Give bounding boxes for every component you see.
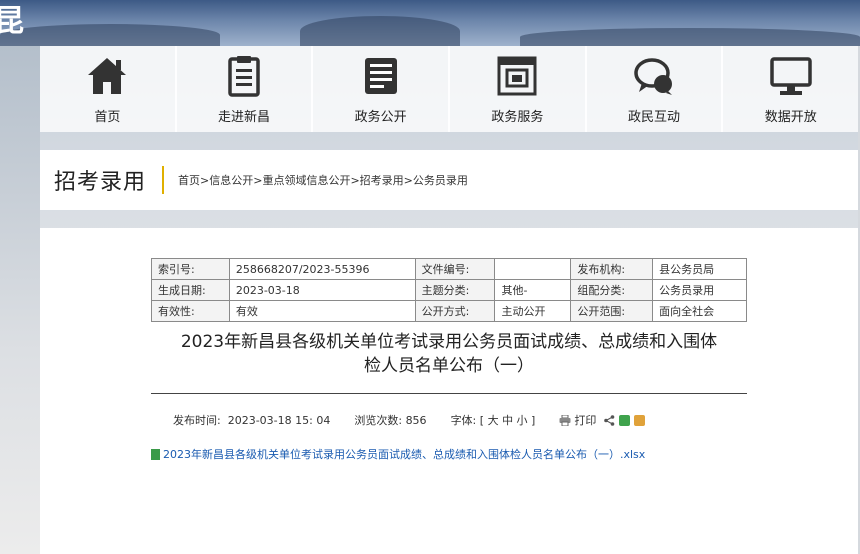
monitor-icon — [769, 54, 813, 98]
meta-value: 有效 — [228, 300, 416, 322]
nav-item-home[interactable]: 首页 — [40, 46, 177, 132]
nav-label: 数据开放 — [764, 109, 817, 125]
nav-item-about[interactable]: 走进新昌 — [176, 46, 314, 132]
breadcrumb: 首页>信息公开>重点领域信息公开>招考录用>公务员录用 — [178, 172, 468, 188]
attachment-link[interactable]: 2023年新昌县各级机关单位考试录用公务员面试成绩、总成绩和入围体检人员名单公布… — [151, 446, 645, 462]
publish-time: 2023-03-18 15: 04 — [227, 413, 331, 427]
meta-value: 258668207/2023-55396 — [228, 258, 416, 280]
meta-value: 面向全社会 — [652, 300, 747, 322]
nav-item-gov-services[interactable]: 政务服务 — [450, 46, 587, 132]
breadcrumb-civil-servant-link[interactable]: 公务员录用 — [413, 174, 468, 187]
print-label: 打印 — [574, 414, 597, 427]
nav-item-interaction[interactable]: 政民互动 — [586, 46, 724, 132]
print-button[interactable]: 打印 — [559, 412, 596, 428]
meta-value: 县公务员局 — [652, 258, 747, 280]
font-size-options[interactable]: [ 大 中 小 ] — [480, 412, 536, 428]
breadcrumb-info-link[interactable]: 信息公开 — [209, 174, 253, 187]
breadcrumb-recruitment-link[interactable]: 招考录用 — [360, 174, 404, 187]
left-background-strip — [0, 46, 40, 554]
title-separator — [162, 166, 165, 194]
meta-value: 公务员录用 — [652, 279, 747, 301]
article-info-line: 发布时间: 2023-03-18 15: 04 浏览次数: 856 字体: [ … — [173, 412, 646, 428]
window-service-icon — [495, 54, 539, 98]
breadcrumb-separator: > — [350, 174, 360, 187]
article-content: 索引号: 258668207/2023-55396 文件编号: 发布机构: 县公… — [40, 228, 858, 554]
nav-item-open-data[interactable]: 数据开放 — [723, 46, 859, 132]
attachment-filename: 2023年新昌县各级机关单位考试录用公务员面试成绩、总成绩和入围体检人员名单公布… — [163, 448, 646, 461]
nav-label: 首页 — [94, 109, 121, 125]
site-logo-fragment: 昆 — [0, 4, 24, 39]
meta-key: 文件编号: — [414, 258, 496, 280]
meta-key: 有效性: — [151, 300, 230, 322]
wechat-icon[interactable] — [619, 414, 631, 426]
news-icon — [359, 54, 403, 98]
article-title-line: 2023年新昌县各级机关单位考试录用公务员面试成绩、总成绩和入围体 — [180, 332, 718, 352]
meta-key: 主题分类: — [414, 279, 496, 301]
meta-value: 其他- — [494, 279, 572, 301]
home-icon — [85, 54, 129, 98]
meta-key: 生成日期: — [151, 279, 230, 301]
breadcrumb-separator: > — [403, 174, 413, 187]
chat-bubble-icon — [632, 54, 676, 98]
table-row: 索引号: 258668207/2023-55396 文件编号: 发布机构: 县公… — [151, 258, 747, 280]
section-title: 招考录用 — [54, 170, 147, 195]
main-nav: 首页 走进新昌 政务公开 政务服务 政民互动 数据开放 — [40, 46, 859, 132]
top-banner: 昆 — [0, 0, 860, 46]
weibo-icon[interactable] — [634, 414, 646, 426]
meta-key: 发布机构: — [570, 258, 654, 280]
divider — [151, 393, 747, 394]
nav-label: 走进新昌 — [218, 109, 271, 125]
meta-key: 公开方式: — [414, 300, 496, 322]
section-title-bar: 招考录用 首页>信息公开>重点领域信息公开>招考录用>公务员录用 — [40, 150, 858, 210]
breadcrumb-home-link[interactable]: 首页 — [178, 174, 200, 187]
meta-value: 主动公开 — [494, 300, 572, 322]
meta-key: 公开范围: — [570, 300, 654, 322]
printer-icon — [559, 414, 571, 426]
font-size-label: 字体: — [450, 414, 477, 427]
breadcrumb-key-areas-link[interactable]: 重点领域信息公开 — [262, 174, 350, 187]
breadcrumb-separator: > — [200, 174, 210, 187]
article-title: 2023年新昌县各级机关单位考试录用公务员面试成绩、总成绩和入围体 检人员名单公… — [151, 330, 747, 378]
metadata-table: 索引号: 258668207/2023-55396 文件编号: 发布机构: 县公… — [151, 258, 747, 322]
excel-file-icon — [151, 448, 160, 460]
table-row: 生成日期: 2023-03-18 主题分类: 其他- 组配分类: 公务员录用 — [151, 279, 747, 301]
meta-key: 索引号: — [151, 258, 230, 280]
table-row: 有效性: 有效 公开方式: 主动公开 公开范围: 面向全社会 — [151, 300, 747, 322]
nav-label: 政务公开 — [354, 109, 407, 125]
views-count: 856 — [405, 413, 427, 427]
share-buttons — [604, 414, 646, 426]
document-list-icon — [222, 54, 266, 98]
share-icon[interactable] — [604, 414, 615, 426]
nav-item-gov-affairs[interactable]: 政务公开 — [313, 46, 451, 132]
article-title-line: 检人员名单公布（一） — [364, 356, 534, 376]
views-label: 浏览次数: — [354, 414, 403, 427]
publish-time-label: 发布时间: — [173, 414, 221, 427]
meta-value: 2023-03-18 — [228, 279, 416, 301]
meta-value — [494, 258, 572, 280]
nav-label: 政民互动 — [628, 109, 681, 125]
nav-label: 政务服务 — [491, 109, 544, 125]
meta-key: 组配分类: — [570, 279, 654, 301]
